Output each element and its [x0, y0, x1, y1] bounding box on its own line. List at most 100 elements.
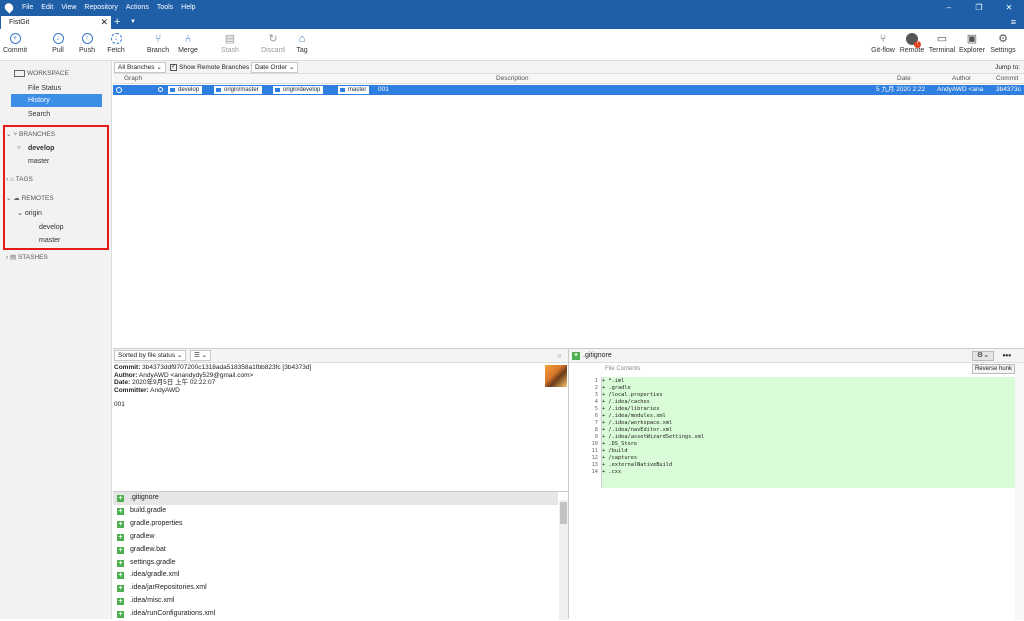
- show-remote-label: Show Remote Branches: [179, 64, 250, 71]
- terminal-button[interactable]: ▭ Terminal: [925, 31, 959, 56]
- list-item[interactable]: + .gitignore: [113, 492, 558, 505]
- diff-line: + /.idea/caches: [602, 399, 650, 405]
- tags-header[interactable]: › ⌂ TAGS: [0, 173, 112, 186]
- diff-line: + /local.properties: [602, 392, 663, 398]
- list-mode-select[interactable]: ☰ ⌄: [190, 350, 212, 361]
- menu-help[interactable]: Help: [177, 0, 199, 15]
- more-button[interactable]: •••: [1003, 349, 1011, 362]
- search-icon[interactable]: ⌕: [558, 351, 562, 361]
- diff-scrollbar[interactable]: [1015, 363, 1024, 620]
- col-author[interactable]: Author: [952, 74, 971, 84]
- sort-select[interactable]: Sorted by file status ⌄: [114, 350, 187, 361]
- sidebar-item-search[interactable]: Search: [28, 108, 50, 121]
- menu-actions[interactable]: Actions: [122, 0, 153, 15]
- branches-header[interactable]: ⌄ ⑂ BRANCHES: [0, 128, 112, 141]
- file-list-scrollbar[interactable]: [559, 500, 568, 620]
- added-icon: +: [117, 546, 124, 554]
- minimize-button[interactable]: –: [934, 0, 964, 15]
- list-item[interactable]: + gradle.properties: [113, 518, 558, 531]
- tab-dropdown-icon[interactable]: ▼: [130, 15, 136, 29]
- close-window-button[interactable]: ✕: [994, 0, 1024, 15]
- menu-file[interactable]: File: [18, 0, 37, 15]
- list-item[interactable]: + settings.gradle: [113, 557, 558, 570]
- gutter-divider: [601, 377, 602, 488]
- menu-view[interactable]: View: [57, 0, 80, 15]
- branch-tag-develop[interactable]: develop: [168, 86, 203, 94]
- list-item[interactable]: + gradlew: [113, 531, 558, 544]
- diff-options-button[interactable]: ⚙⌄: [972, 351, 994, 361]
- file-name: .gitignore: [130, 494, 159, 501]
- stashes-header[interactable]: › ▤ STASHES: [0, 251, 112, 264]
- diff-line: + .gradle: [602, 385, 631, 391]
- jump-to-label[interactable]: Jump to:: [995, 61, 1020, 74]
- menu-edit[interactable]: Edit: [37, 0, 57, 15]
- list-item[interactable]: + build.gradle: [113, 505, 558, 518]
- col-commit[interactable]: Commit: [996, 74, 1018, 84]
- merge-button[interactable]: ⑃ Merge: [171, 31, 205, 56]
- reverse-hunk-button[interactable]: Reverse hunk: [971, 364, 1015, 374]
- branch-tag-origin-develop[interactable]: origin/develop: [273, 86, 324, 94]
- tab-close-icon[interactable]: ✕: [100, 16, 108, 29]
- tags-label: TAGS: [15, 176, 33, 183]
- commit-date: 5 九月 2020 2:22: [876, 86, 926, 93]
- branch-tag-origin-master[interactable]: origin/master: [214, 86, 262, 94]
- commit-info: Commit: 3b4373ddf9707200c1318ada518358a1…: [114, 364, 311, 409]
- fetch-icon: ↓: [110, 33, 122, 44]
- branch-button[interactable]: ⑂ Branch: [141, 31, 175, 56]
- diff-line: + .externalNativeBuild: [602, 462, 673, 468]
- history-row[interactable]: develop origin/master origin/develop mas…: [113, 85, 1024, 95]
- add-tab-button[interactable]: +: [114, 15, 120, 29]
- branches-select-value: All Branches: [118, 64, 155, 71]
- diff-line: + .cxx: [602, 469, 622, 475]
- list-item[interactable]: + gradlew.bat: [113, 544, 558, 557]
- diff-file-name: .gitignore: [583, 352, 612, 359]
- sidebar-remote-develop[interactable]: develop: [39, 221, 64, 234]
- added-icon: +: [117, 585, 124, 593]
- fetch-button[interactable]: ↓ Fetch: [99, 31, 133, 56]
- maximize-button[interactable]: ❐: [964, 0, 994, 15]
- sidebar-branch-develop[interactable]: ○ develop: [17, 142, 54, 155]
- col-graph[interactable]: Graph: [124, 74, 142, 84]
- merge-label: Merge: [178, 47, 198, 54]
- explorer-button[interactable]: ▣ Explorer: [955, 31, 989, 56]
- order-select[interactable]: Date Order ⌄: [251, 62, 299, 73]
- remotes-header[interactable]: ⌄ ☁ REMOTES: [0, 192, 112, 205]
- sidebar-item-history[interactable]: History: [11, 94, 102, 107]
- commit-hash: 3b4373c: [996, 86, 1021, 93]
- history-column-header: Graph Description Date Author Commit: [113, 74, 1024, 84]
- commit-button[interactable]: + Commit: [0, 31, 32, 56]
- list-item[interactable]: + .idea/misc.xml: [113, 595, 558, 608]
- diff-panel: + .gitignore ⚙⌄ ••• File Contents Revers…: [568, 348, 1024, 620]
- added-icon: +: [117, 572, 124, 580]
- list-item[interactable]: + .idea/runConfigurations.xml: [113, 608, 558, 621]
- chevron-down-icon: ⌄: [176, 352, 183, 359]
- pull-icon: ↓: [52, 33, 64, 44]
- file-name: gradlew.bat: [130, 545, 166, 553]
- sidebar-branch-master[interactable]: master: [28, 155, 49, 168]
- list-item[interactable]: + .idea/jarRepositories.xml: [113, 582, 558, 595]
- tab-fistgit[interactable]: FistGit ✕: [1, 16, 111, 29]
- scrollbar-thumb[interactable]: [560, 502, 567, 524]
- col-description[interactable]: Description: [496, 74, 529, 84]
- show-remote-branches-checkbox[interactable]: ✓ Show Remote Branches: [170, 62, 249, 73]
- file-name: gradlew: [130, 532, 155, 540]
- list-item[interactable]: + .idea/gradle.xml: [113, 569, 558, 582]
- sidebar-remote-master[interactable]: master: [39, 234, 60, 247]
- menu-repository[interactable]: Repository: [80, 0, 121, 15]
- tag-button[interactable]: ⌂ Tag: [285, 31, 319, 56]
- branch-tag-master[interactable]: master: [338, 86, 370, 94]
- chevron-down-icon: ⌄: [288, 64, 295, 71]
- settings-button[interactable]: ⚙ Settings: [986, 31, 1020, 56]
- workspace-header[interactable]: WORKSPACE: [0, 67, 112, 80]
- list-icon: ☰: [194, 352, 200, 359]
- workspace-label: WORKSPACE: [27, 70, 69, 77]
- chevron-right-icon: ›: [6, 176, 9, 183]
- hamburger-menu-icon[interactable]: ≡: [1011, 15, 1016, 29]
- remote-button[interactable]: ! Remote: [895, 31, 929, 56]
- branches-select[interactable]: All Branches ⌄: [114, 62, 166, 73]
- menu-tools[interactable]: Tools: [153, 0, 177, 15]
- sidebar-remote-origin[interactable]: ⌄ origin: [17, 207, 42, 220]
- col-date[interactable]: Date: [897, 74, 911, 84]
- stash-button[interactable]: ▤ Stash: [213, 31, 247, 56]
- merge-icon: ⑃: [184, 32, 192, 45]
